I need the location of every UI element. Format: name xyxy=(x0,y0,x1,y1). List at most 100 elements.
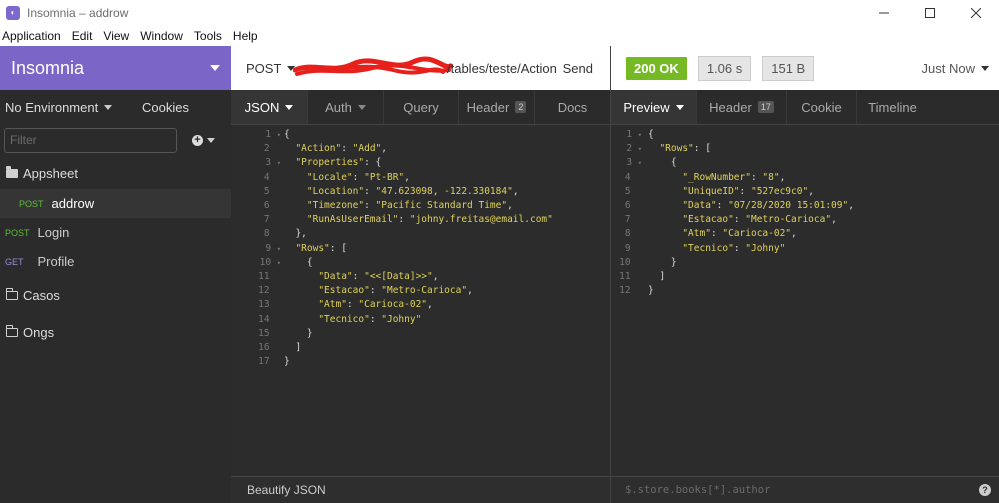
menu-view[interactable]: View xyxy=(103,29,129,43)
send-button[interactable]: Send xyxy=(563,61,593,76)
response-filter-input[interactable] xyxy=(625,484,955,496)
tab-timeline[interactable]: Timeline xyxy=(856,90,928,124)
line-number: 13 xyxy=(258,299,281,311)
code-lines: { "Action": "Add", "Properties": { "Loca… xyxy=(284,128,553,369)
history-dropdown[interactable]: Just Now xyxy=(922,61,989,76)
line-number: 4 xyxy=(263,171,281,183)
request-login[interactable]: POST Login xyxy=(0,218,231,247)
folder-icon xyxy=(6,288,18,300)
line-number: 11 xyxy=(619,271,642,283)
code-line: ] xyxy=(648,271,666,283)
tab-label: Header xyxy=(466,99,510,115)
request-label: Login xyxy=(37,225,70,240)
line-numbers: 1 ▾ 2 3 ▾ 4 5 6 7 8 9 ▾ 10 ▾ 11 12 13 14 15 … xyxy=(245,128,281,369)
response-body-viewer[interactable]: 1 ▾ 2 ▾ 3 ▾ 4 5 6 7 8 9 10 11 12 { "Rows": … xyxy=(611,127,999,466)
code-line: } xyxy=(284,356,290,368)
chevron-down-icon xyxy=(981,65,989,71)
code-line: "Tecnico": "Johny" xyxy=(682,242,786,254)
request-body-editor[interactable]: 1 ▾ 2 3 ▾ 4 5 6 7 8 9 ▾ 10 ▾ 11 12 13 14 15 … xyxy=(231,127,610,466)
history-label: Just Now xyxy=(921,60,975,76)
code-lines: { "Rows": [ { "_RowNumber": "8", "Unique… xyxy=(648,128,854,298)
tab-auth[interactable]: Auth xyxy=(307,90,383,124)
folder-icon xyxy=(6,325,18,337)
folder-label: Casos xyxy=(23,288,60,303)
filter-input[interactable] xyxy=(4,127,177,153)
method-badge: POST xyxy=(5,227,30,238)
response-time: 1.06 s xyxy=(697,55,752,81)
line-number: 17 xyxy=(258,356,281,368)
tab-preview[interactable]: Preview xyxy=(611,90,696,124)
header-count-badge: 2 xyxy=(515,101,527,113)
title-bar: ◐ Insomnia – addrow xyxy=(0,0,999,25)
code-line: "_RowNumber": "8", xyxy=(682,171,786,183)
method-dropdown[interactable]: POST xyxy=(246,61,296,76)
line-number: 10 ▾ xyxy=(259,256,281,268)
code-line: "Rows": [ xyxy=(295,242,347,254)
chevron-down-icon xyxy=(207,137,215,143)
line-number: 1 ▾ xyxy=(265,129,281,140)
code-line: } xyxy=(648,285,654,297)
tab-docs[interactable]: Docs xyxy=(534,90,610,124)
cookies-button[interactable]: Cookies xyxy=(142,100,189,115)
maximize-icon[interactable] xyxy=(907,0,953,25)
code-line: "RunAsUserEmail": "johny.freitas@email.c… xyxy=(306,214,553,226)
menu-application[interactable]: Application xyxy=(2,29,61,43)
tab-label: Docs xyxy=(557,99,588,115)
line-number: 5 xyxy=(263,185,281,197)
request-profile[interactable]: GET Profile xyxy=(0,247,231,276)
workspace-name: Insomnia xyxy=(11,57,85,78)
code-line: "Location": "47.623098, -122.330184", xyxy=(306,185,519,197)
request-addrow[interactable]: POST addrow xyxy=(0,189,231,218)
line-number: 6 xyxy=(263,200,281,212)
add-request-button[interactable]: + xyxy=(192,134,215,146)
line-number: 1 ▾ xyxy=(626,129,642,140)
tab-cookie[interactable]: Cookie xyxy=(786,90,856,124)
line-number: 15 xyxy=(258,327,281,339)
menu-tools[interactable]: Tools xyxy=(194,29,222,43)
code-line: "Locale": "Pt-BR", xyxy=(306,171,410,183)
folder-label: Appsheet xyxy=(23,166,78,181)
tab-response-header[interactable]: Header 17 xyxy=(696,90,786,124)
chevron-down-icon xyxy=(104,104,113,110)
code-line: "Properties": { xyxy=(295,157,382,169)
tab-query[interactable]: Query xyxy=(383,90,458,124)
code-line: { xyxy=(648,157,677,169)
response-size: 151 B xyxy=(762,55,815,81)
environment-dropdown[interactable]: No Environment xyxy=(5,100,113,115)
line-number: 4 xyxy=(624,171,642,183)
code-line: "Atm": "Carioca-02", xyxy=(318,299,433,311)
code-line: }, xyxy=(284,228,307,240)
url-input[interactable]: /tables/teste/Action xyxy=(447,61,557,76)
request-url-bar: POST /tables/teste/Action Send xyxy=(231,46,610,90)
code-line: "Tecnico": "Johny" xyxy=(318,313,422,325)
code-line: { xyxy=(648,129,654,140)
window-title: Insomnia – addrow xyxy=(27,5,129,20)
code-line: ] xyxy=(284,342,302,354)
menu-bar: Application Edit View Window Tools Help xyxy=(0,25,999,46)
chevron-down-icon xyxy=(285,104,294,110)
tab-label: Cookie xyxy=(801,99,842,115)
folder-ongs[interactable]: Ongs xyxy=(0,315,231,350)
code-line: { xyxy=(284,256,313,268)
folder-casos[interactable]: Casos xyxy=(0,278,231,313)
filter-row: + xyxy=(0,124,231,156)
minimize-icon[interactable] xyxy=(861,0,907,25)
help-icon[interactable]: ? xyxy=(979,484,991,496)
tab-json[interactable]: JSON xyxy=(231,90,307,124)
sidebar: Insomnia No Environment Cookies + Appshe… xyxy=(0,46,231,503)
tab-label: JSON xyxy=(244,99,280,115)
folder-appsheet[interactable]: Appsheet xyxy=(0,158,231,189)
menu-edit[interactable]: Edit xyxy=(72,29,93,43)
response-tabs: Preview Header 17 Cookie Timeline xyxy=(611,90,999,125)
request-tabs: JSON Auth Query Header 2 Docs xyxy=(231,90,610,125)
close-icon[interactable] xyxy=(953,0,999,25)
beautify-json-button[interactable]: Beautify JSON xyxy=(247,483,326,497)
line-number: 12 xyxy=(258,285,281,297)
tab-header[interactable]: Header 2 xyxy=(458,90,534,124)
menu-help[interactable]: Help xyxy=(233,29,258,43)
menu-window[interactable]: Window xyxy=(140,29,183,43)
window-controls xyxy=(861,0,999,25)
workspace-dropdown[interactable]: Insomnia xyxy=(0,46,231,90)
tab-label: Auth xyxy=(325,99,352,115)
chevron-down-icon xyxy=(675,104,684,110)
